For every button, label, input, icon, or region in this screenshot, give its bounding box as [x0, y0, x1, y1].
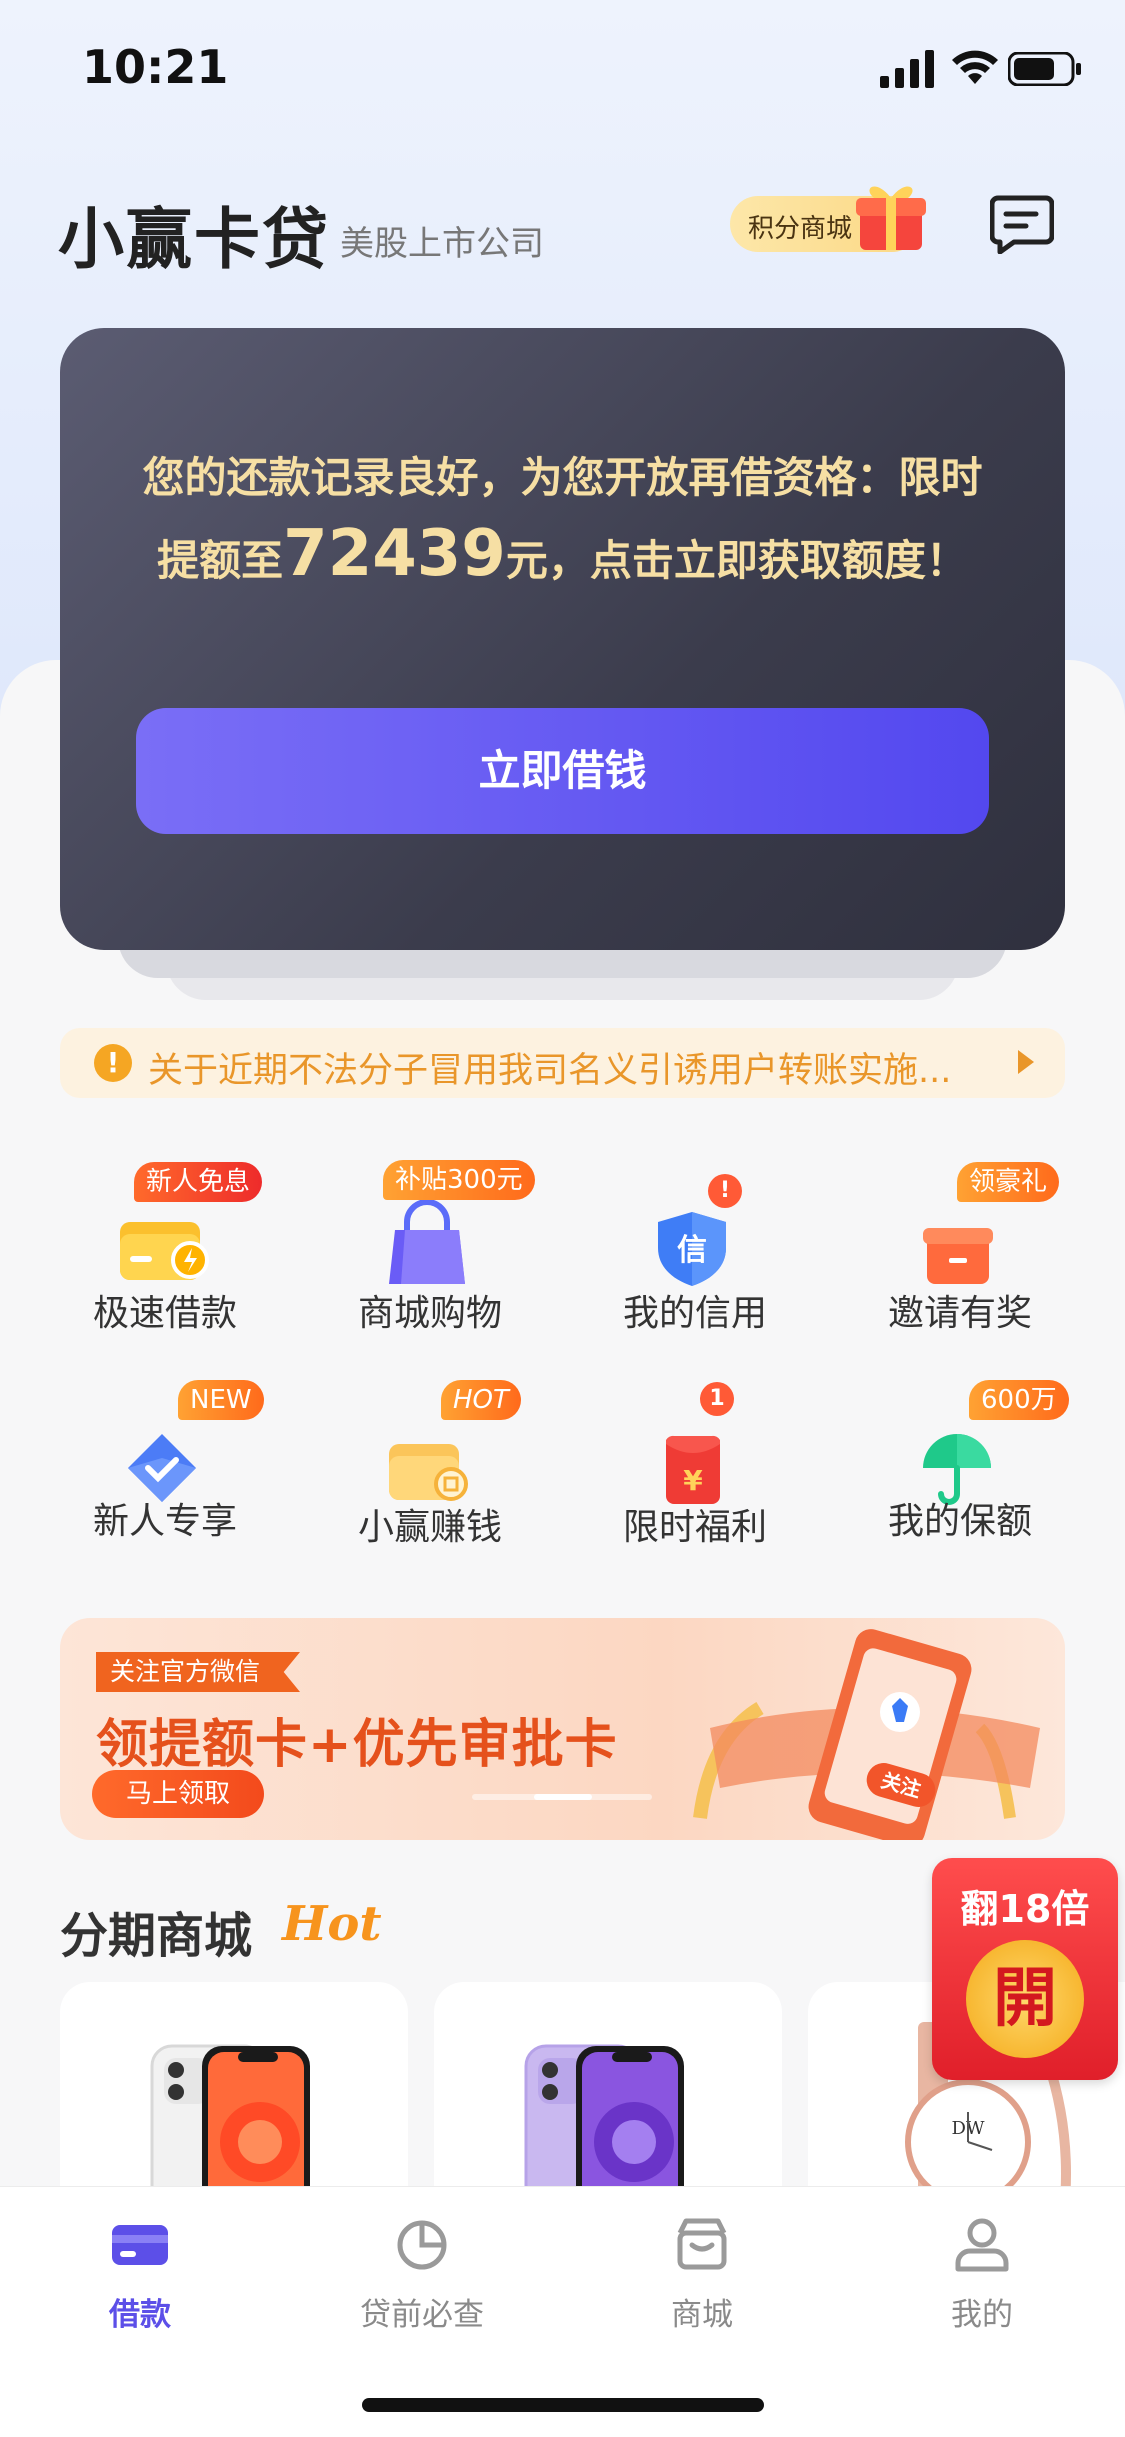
badge-gift: 领豪礼 [957, 1162, 1060, 1202]
phone-illustration: 关注 [693, 1629, 1040, 1840]
red-packet-icon: ¥ [666, 1435, 720, 1504]
home-indicator[interactable] [362, 2398, 764, 2412]
tab-mall[interactable]: 商城 [602, 2215, 802, 2345]
menu-label: 小赢赚钱 [357, 1507, 502, 1548]
badge-new-user-free: 新人免息 [134, 1162, 263, 1202]
borrow-now-button[interactable]: 立即借钱 [136, 708, 989, 834]
wechat-promo-banner[interactable]: 关注官方微信 领提额卡+优先审批卡 马上领取 关注 [60, 1618, 1065, 1840]
badge-count: 1 [700, 1382, 734, 1416]
wifi-icon [952, 50, 998, 84]
menu-label: 商城购物 [357, 1293, 502, 1334]
badge-new: NEW [178, 1380, 264, 1420]
tab-loan[interactable]: 借款 [40, 2215, 240, 2345]
warning-icon: ! [94, 1044, 132, 1082]
tab-label: 商城 [671, 2297, 733, 2333]
menu-my-coverage[interactable]: 600万 我的保额 [825, 1378, 1095, 1578]
menu-label: 限时福利 [622, 1507, 767, 1548]
menu-earn-money[interactable]: HOT 小赢赚钱 [295, 1378, 565, 1578]
menu-fast-loan[interactable]: 新人免息 极速借款 [30, 1160, 300, 1360]
card-icon [112, 2225, 168, 2265]
store-icon [677, 2218, 727, 2270]
tab-pre-loan-check[interactable]: 贷前必查 [322, 2215, 522, 2345]
menu-label: 我的信用 [622, 1293, 767, 1334]
claim-now-button[interactable]: 马上领取 [92, 1770, 264, 1818]
tab-label: 我的 [951, 2297, 1013, 2333]
tab-mine[interactable]: 我的 [882, 2215, 1082, 2345]
hot-label: Hot [282, 1896, 382, 1952]
badge-alert: ! [708, 1174, 742, 1208]
message-icon[interactable] [990, 194, 1054, 254]
menu-new-user-exclusive[interactable]: NEW 新人专享 [30, 1378, 300, 1578]
pie-chart-icon [397, 2220, 447, 2270]
tab-label: 借款 [109, 2297, 171, 2333]
status-bar: 10:21 [0, 0, 1125, 140]
gift-box-icon [923, 1228, 993, 1284]
user-icon [955, 2218, 1009, 2272]
float-title: 翻18倍 [960, 1887, 1090, 1931]
badge-subsidy: 补贴300元 [383, 1160, 535, 1200]
menu-label: 我的保额 [887, 1501, 1032, 1542]
status-time: 10:21 [82, 40, 229, 94]
app-brand: 小赢卡贷 [58, 201, 330, 278]
badge-coverage: 600万 [969, 1380, 1069, 1420]
banner-tag: 关注官方微信 [96, 1652, 301, 1692]
chevron-right-icon [1018, 1050, 1034, 1074]
promo-text-after: 元，点击立即获取额度！ [505, 536, 968, 585]
points-mall-label: 积分商城 [748, 214, 853, 244]
wallet-lightning-icon [120, 1222, 209, 1280]
menu-label: 极速借款 [92, 1293, 237, 1334]
section-title-installment-mall: 分期商城 [60, 1908, 253, 1964]
brand-subtitle: 美股上市公司 [340, 224, 544, 264]
menu-my-credit[interactable]: 信 ! 我的信用 [560, 1160, 830, 1360]
menu-invite-reward[interactable]: 领豪礼 邀请有奖 [825, 1160, 1095, 1360]
signal-icon [880, 50, 934, 88]
red-packet-icon-text: ¥ [683, 1464, 703, 1497]
badge-hot: HOT [441, 1380, 521, 1420]
banner-pagination [472, 1794, 652, 1800]
tab-label: 贷前必查 [360, 2297, 484, 2333]
gift-icon[interactable] [856, 178, 926, 252]
promo-message: 您的还款记录良好，为您开放再借资格：限时提额至72439元，点击立即获取额度！ [130, 440, 995, 599]
notice-bar[interactable]: ! 关于近期不法分子冒用我司名义引诱用户转账实施... [60, 1028, 1065, 1098]
promo-amount: 72439 [283, 517, 506, 591]
banner-title: 领提额卡+优先审批卡 [96, 1715, 618, 1775]
menu-label: 新人专享 [92, 1501, 237, 1542]
credit-icon-text: 信 [677, 1233, 707, 1268]
notice-text: 关于近期不法分子冒用我司名义引诱用户转账实施... [148, 1051, 952, 1091]
coin-wallet-icon [389, 1444, 468, 1501]
menu-limited-benefits[interactable]: ¥ 1 限时福利 [560, 1378, 830, 1578]
floating-reward-widget[interactable]: 翻18倍 開 [932, 1858, 1118, 2080]
battery-icon [1008, 52, 1081, 86]
banner-pagination-active [534, 1794, 592, 1800]
open-coin-icon: 開 [966, 1940, 1084, 2058]
menu-mall-shopping[interactable]: 补贴300元 商城购物 [295, 1160, 565, 1360]
shopping-bag-icon [389, 1200, 465, 1284]
shield-credit-icon: 信 [658, 1212, 726, 1286]
menu-label: 邀请有奖 [887, 1293, 1032, 1334]
loan-promo-card: 您的还款记录良好，为您开放再借资格：限时提额至72439元，点击立即获取额度！ … [60, 328, 1065, 950]
